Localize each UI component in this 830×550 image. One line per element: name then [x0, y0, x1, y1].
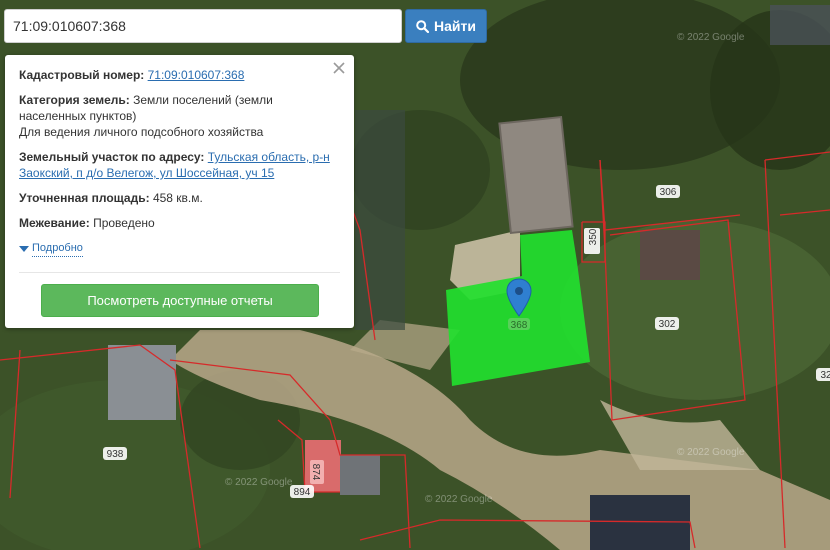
category-row: Категория земель: Земли поселений (земли…: [19, 92, 340, 140]
caret-down-icon: [19, 245, 29, 252]
area-value: 458 кв.м.: [152, 191, 203, 205]
map-watermark: © 2022 Google: [677, 447, 745, 458]
cadastral-label: Кадастровый номер:: [19, 68, 145, 82]
search-button[interactable]: Найти: [405, 9, 487, 43]
survey-row: Межевание: Проведено: [19, 215, 340, 231]
view-reports-button[interactable]: Посмотреть доступные отчеты: [41, 284, 319, 317]
cadastral-row: Кадастровый номер: 71:09:010607:368: [19, 67, 340, 83]
map-watermark: © 2022 Google: [225, 477, 293, 488]
parcel-label-894: 894: [294, 487, 311, 498]
search-input[interactable]: [5, 10, 401, 42]
details-label: Подробно: [32, 240, 83, 257]
survey-value: Проведено: [93, 216, 155, 230]
parcel-label-306: 306: [660, 187, 677, 198]
search-icon: [416, 19, 430, 33]
category-label: Категория земель:: [19, 93, 130, 107]
parcel-label-938: 938: [107, 449, 124, 460]
survey-label: Межевание:: [19, 216, 90, 230]
search-bar: [4, 9, 402, 43]
area-row: Уточненная площадь: 458 кв.м.: [19, 190, 340, 206]
parcel-label-302: 302: [659, 319, 676, 330]
map-watermark: © 2022 Google: [425, 494, 493, 505]
parcel-label-874: 874: [310, 464, 321, 481]
category-use: Для ведения личного подсобного хозяйства: [19, 125, 264, 139]
address-row: Земельный участок по адресу: Тульская об…: [19, 149, 340, 181]
address-label: Земельный участок по адресу:: [19, 150, 205, 164]
area-label: Уточненная площадь:: [19, 191, 150, 205]
parcel-label-350: 350: [588, 228, 599, 245]
parcel-label-368: 368: [511, 320, 528, 331]
card-divider: [19, 272, 340, 273]
search-button-label: Найти: [434, 18, 476, 34]
close-icon[interactable]: [331, 60, 347, 76]
details-toggle[interactable]: Подробно: [19, 240, 340, 257]
map-watermark: © 2022 Google: [677, 32, 745, 43]
parcel-label-32: 32: [820, 370, 830, 381]
parcel-info-card: Кадастровый номер: 71:09:010607:368 Кате…: [5, 55, 354, 328]
cadastral-number-link[interactable]: 71:09:010607:368: [148, 68, 245, 82]
